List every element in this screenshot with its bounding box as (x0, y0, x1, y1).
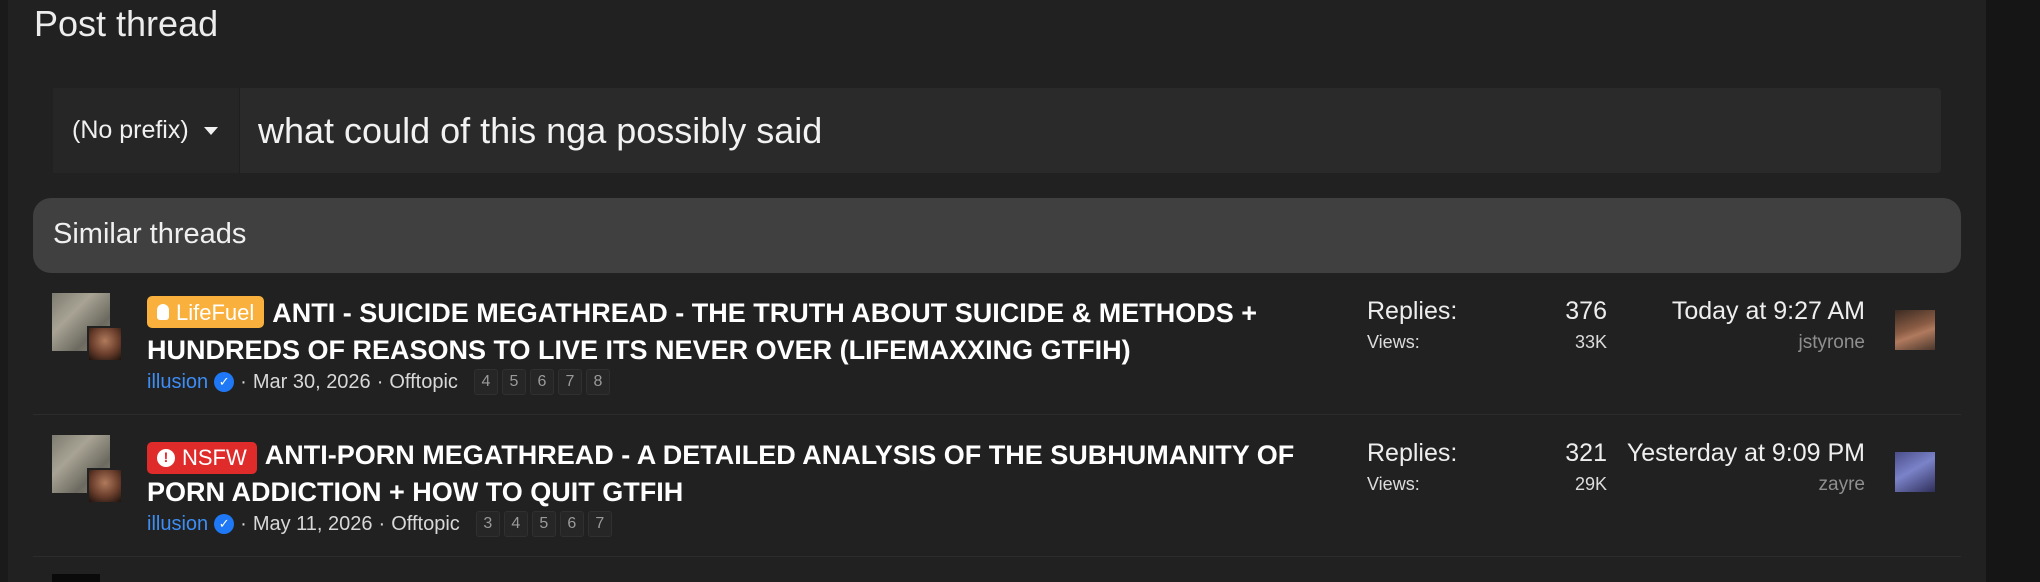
page-jump-links: 4 5 6 7 8 (473, 369, 610, 395)
alert-icon: ! (157, 448, 175, 467)
thread-title-input[interactable] (240, 87, 1941, 174)
thread-title-link[interactable]: LifeFuel ANTI - SUICIDE MEGATHREAD - THE… (147, 295, 1347, 369)
replies-label: Replies: (1367, 439, 1458, 467)
meta-separator: · (240, 370, 247, 393)
page-link[interactable]: 8 (585, 369, 610, 395)
meta-separator: · (378, 512, 386, 535)
thread-title-link[interactable]: ! NSFW ANTI-PORN MEGATHREAD - A DETAILED… (147, 437, 1347, 511)
thread-start-date[interactable]: May 11, 2026 (253, 513, 373, 536)
prefix-badge-lifefuel[interactable]: LifeFuel (147, 296, 265, 328)
prefix-badge-label: NSFW (182, 445, 247, 470)
thread-title-text: ANTI-PORN MEGATHREAD - A DETAILED ANALYS… (147, 440, 1295, 507)
right-gutter (1986, 0, 2040, 582)
page-link[interactable]: 4 (503, 511, 528, 537)
lightbulb-icon (157, 304, 169, 320)
thread-author-link[interactable]: illusion (147, 371, 208, 394)
thread-start-date[interactable]: Mar 30, 2026 (253, 371, 371, 394)
thread-row: ! NSFW ANTI-PORN MEGATHREAD - A DETAILED… (33, 415, 1961, 557)
page-link[interactable]: 5 (531, 511, 556, 537)
next-thread-avatar-peek (52, 574, 100, 582)
replies-label: Replies: (1367, 297, 1458, 325)
latest-post-info: Yesterday at 9:09 PM zayre (1565, 439, 1865, 496)
caret-down-icon (203, 126, 218, 135)
prefix-select[interactable]: (No prefix) (53, 88, 240, 173)
views-label: Views: (1367, 332, 1420, 352)
thread-meta: illusion ✓ · May 11, 2026 · Offtopic 3 4… (147, 511, 612, 537)
forum-link[interactable]: Offtopic (389, 371, 458, 394)
last-poster-mini-avatar[interactable] (87, 468, 123, 504)
latest-post-date[interactable]: Yesterday at 9:09 PM (1565, 439, 1865, 468)
page-link[interactable]: 3 (475, 511, 500, 537)
meta-separator: · (240, 512, 247, 535)
thread-row: LifeFuel ANTI - SUICIDE MEGATHREAD - THE… (33, 273, 1961, 415)
prefix-badge-nsfw[interactable]: ! NSFW (147, 441, 257, 474)
page-link[interactable]: 6 (529, 369, 554, 395)
thread-meta: illusion ✓ · Mar 30, 2026 · Offtopic 4 5… (147, 369, 610, 395)
page-link[interactable]: 7 (557, 369, 582, 395)
verified-check-icon: ✓ (214, 514, 235, 534)
similar-threads-heading: Similar threads (53, 218, 247, 250)
prefix-badge-label: LifeFuel (176, 299, 255, 325)
thread-title-text: ANTI - SUICIDE MEGATHREAD - THE TRUTH AB… (147, 298, 1258, 365)
verified-check-icon: ✓ (214, 372, 235, 392)
page-link[interactable]: 6 (559, 511, 584, 537)
thread-title-row: (No prefix) (53, 87, 1941, 174)
prefix-select-label: (No prefix) (72, 116, 189, 144)
page-link[interactable]: 7 (587, 511, 612, 537)
latest-poster-name[interactable]: zayre (1565, 474, 1865, 496)
page-link[interactable]: 4 (473, 369, 498, 395)
forum-link[interactable]: Offtopic (391, 513, 460, 536)
latest-poster-avatar[interactable] (1895, 310, 1935, 350)
latest-post-info: Today at 9:27 AM jstyrone (1565, 297, 1865, 354)
views-label: Views: (1367, 474, 1420, 494)
latest-poster-name[interactable]: jstyrone (1565, 332, 1865, 354)
similar-threads-header: Similar threads (33, 198, 1961, 273)
page-title: Post thread (34, 3, 219, 44)
meta-separator: · (376, 370, 384, 393)
page-link[interactable]: 5 (501, 369, 526, 395)
thread-author-link[interactable]: illusion (147, 513, 208, 536)
page-jump-links: 3 4 5 6 7 (475, 511, 612, 537)
latest-post-date[interactable]: Today at 9:27 AM (1565, 297, 1865, 326)
last-poster-mini-avatar[interactable] (87, 326, 123, 362)
latest-poster-avatar[interactable] (1895, 452, 1935, 492)
